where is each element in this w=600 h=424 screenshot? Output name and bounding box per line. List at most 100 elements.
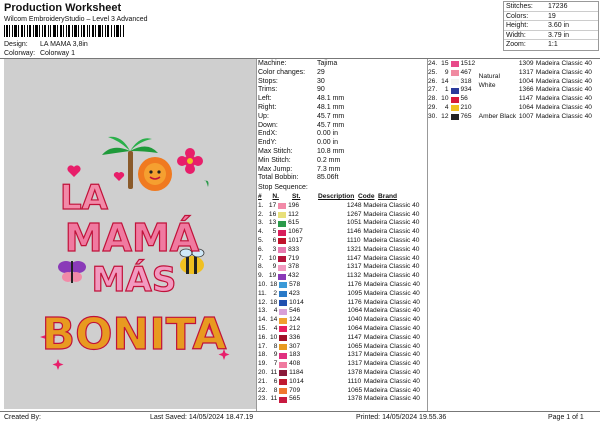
table-header: # N. St. Description Code Brand <box>258 193 426 202</box>
color-swatch <box>450 105 459 112</box>
table-row: 20. 11 1184 1378 Madeira Classic 40 <box>258 369 426 378</box>
row-needle: 9 <box>272 263 277 271</box>
row-stitches: 210 <box>460 103 472 111</box>
row-no: 13. <box>258 307 268 315</box>
color-swatch <box>279 317 288 324</box>
software-name: Wilcom EmbroideryStudio – Level 3 Advanc… <box>4 16 148 23</box>
row-no: 28. <box>428 95 438 103</box>
row-needle: 4 <box>273 324 278 332</box>
row-brand: Madeira Classic 40 <box>363 324 420 332</box>
row-stitches: 212 <box>289 324 301 332</box>
col-swatch <box>281 194 290 200</box>
param-row: Trims: 90 <box>258 86 426 95</box>
butterfly-icon <box>58 261 86 283</box>
table-row: 22. 8 709 1065 Madeira Classic 40 <box>258 387 426 396</box>
param-label: Machine: <box>258 60 287 67</box>
sun-icon <box>138 157 172 191</box>
param-label: Trims: <box>258 86 278 94</box>
col-st: St. <box>292 193 301 200</box>
row-stitches: 183 <box>289 351 301 359</box>
color-swatch <box>278 203 287 210</box>
row-code: 1321 <box>346 245 362 253</box>
row-brand: Madeira Classic 40 <box>363 377 420 385</box>
row-no: 6. <box>258 245 264 253</box>
param-value: 7.3 mm <box>317 165 341 173</box>
artwork-line-4: BONITA <box>42 309 227 360</box>
table-row: 21. 6 1014 1110 Madeira Classic 40 <box>258 378 426 387</box>
row-needle: 5 <box>272 228 277 236</box>
param-label: Total Bobbin: <box>258 174 299 182</box>
stat-label: Zoom: <box>506 41 526 48</box>
row-no: 5. <box>258 236 264 244</box>
row-brand: Madeira Classic 40 <box>535 95 592 103</box>
colorway-value: Colorway 1 <box>39 50 75 57</box>
table-row: 30. 12 765 Amber Black 1007 Madeira Classic 4… <box>428 113 600 122</box>
row-description: Natural White <box>478 73 500 89</box>
row-code: 1051 <box>346 219 362 227</box>
row-brand: Madeira Classic 40 <box>535 112 592 120</box>
row-needle: 8 <box>273 386 278 394</box>
row-stitches: 934 <box>460 86 472 94</box>
color-swatch <box>278 264 287 271</box>
row-brand: Madeira Classic 40 <box>363 219 420 227</box>
row-stitches: 467 <box>460 68 472 76</box>
row-stitches: 56 <box>460 95 468 103</box>
row-code: 1147 <box>347 333 362 341</box>
color-swatch <box>279 326 288 333</box>
row-needle: 13 <box>268 219 277 227</box>
row-code: 1176 <box>347 298 362 306</box>
footer: Created By: Last Saved: 14/05/2024 18.47… <box>0 411 600 424</box>
row-brand: Madeira Classic 40 <box>363 245 420 253</box>
artwork-line-2: MAMÁ <box>65 216 200 260</box>
row-no: 22. <box>258 386 268 394</box>
row-stitches: 432 <box>288 272 300 280</box>
row-no: 27. <box>428 86 438 94</box>
row-code: 1147 <box>346 254 362 262</box>
col-brand: Brand <box>378 193 398 200</box>
color-swatch <box>450 96 459 103</box>
table-row: 13. 4 546 1064 Madeira Classic 40 <box>258 307 426 316</box>
row-stitches: 1512 <box>460 60 476 67</box>
row-brand: Madeira Classic 40 <box>363 210 420 218</box>
param-value: 0.2 mm <box>317 156 341 164</box>
row-needle: 9 <box>444 68 449 76</box>
row-brand: Madeira Classic 40 <box>363 236 420 244</box>
param-label: Color changes: <box>258 68 306 76</box>
param-label: EndX: <box>258 130 278 138</box>
row-no: 16. <box>258 333 268 341</box>
param-row: Max Jump: 7.3 mm <box>258 166 426 175</box>
color-swatch <box>279 308 288 315</box>
row-no: 11. <box>258 289 267 297</box>
row-brand: Madeira Classic 40 <box>535 68 592 76</box>
param-value: 10.8 mm <box>317 147 345 155</box>
row-no: 30. <box>428 112 438 120</box>
row-needle: 11 <box>270 395 278 403</box>
heart-icon <box>113 172 125 181</box>
row-no: 23. <box>258 395 268 403</box>
row-stitches: 1017 <box>288 236 303 244</box>
row-brand: Madeira Classic 40 <box>535 77 592 85</box>
row-code: 1110 <box>346 236 361 244</box>
row-code: 1064 <box>347 307 363 315</box>
row-code: 1110 <box>347 377 362 385</box>
row-code: 1309 <box>518 60 534 67</box>
table-row: 7. 10 719 1147 Madeira Classic 40 <box>258 255 426 264</box>
row-stitches: 112 <box>288 210 299 218</box>
color-swatch <box>279 387 288 394</box>
row-code: 1176 <box>347 280 362 288</box>
row-needle: 10 <box>270 333 278 341</box>
color-swatch <box>278 238 287 245</box>
param-row: Max Stitch: 10.8 mm <box>258 148 426 157</box>
row-code: 1064 <box>347 324 363 332</box>
row-no: 9. <box>258 272 264 280</box>
machine-parameters: Machine: Tajima Color changes: 29 Stops: 30 Tr… <box>258 60 426 183</box>
row-no: 20. <box>258 368 268 376</box>
stat-label: Colors: <box>506 12 529 20</box>
color-swatch <box>278 247 287 254</box>
param-label: Up: <box>258 112 269 120</box>
color-swatch <box>279 379 288 386</box>
stop-sequence-table: # N. St. Description Code Brand 1. 17 196 1… <box>258 193 426 404</box>
row-stitches: 765 <box>460 112 472 120</box>
row-code: 1007 <box>518 112 534 120</box>
design-preview: LA MAMÁ MÁS BONITA <box>4 59 256 409</box>
